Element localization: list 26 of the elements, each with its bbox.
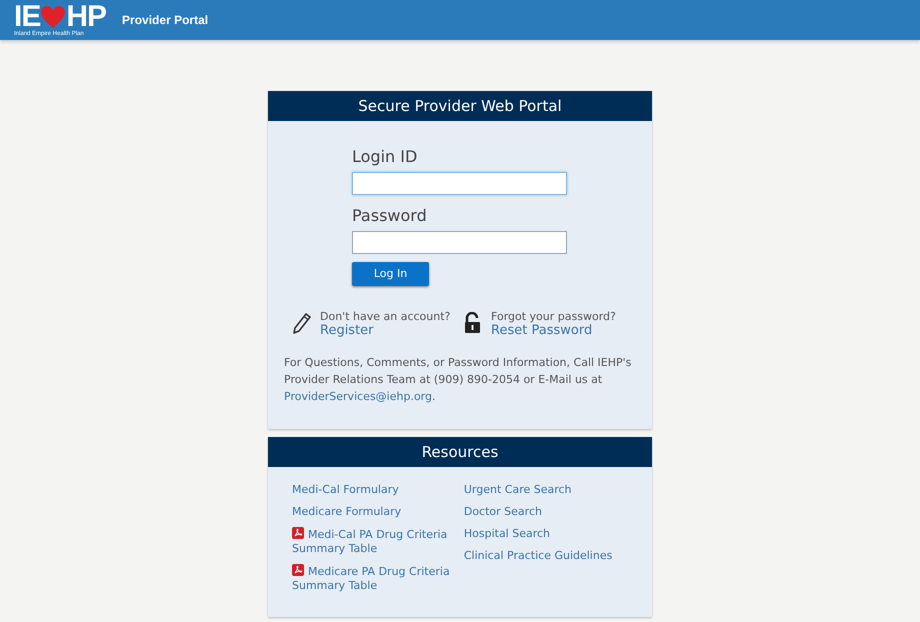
email-link[interactable]: ProviderServices@iehp.org [284,390,432,403]
prompt-text: Forgot your password? [491,310,616,324]
resource-link[interactable]: Doctor Search [464,505,628,519]
link[interactable]: Reset Password [491,324,616,338]
contact-paragraph: For Questions, Comments, or Password Information, Call IEHP's Provider Relations Team at (909) 890-2054 or E-Mail us at ProviderServices@iehp.org. [284,355,632,405]
input-field[interactable] [352,231,567,254]
resource-link[interactable]: Medi-Cal Formulary [292,483,464,497]
link[interactable]: Register [320,324,450,338]
logo-text: IE [14,2,40,30]
login-button[interactable]: Log In [352,262,429,286]
field-label: Login ID [352,146,418,168]
pencil-icon [292,312,312,334]
heart-icon [40,4,66,28]
prompt-text: Don't have an account? [320,310,450,324]
panel-heading: Secure Provider Web Portal [268,91,652,121]
resource-link[interactable]: Urgent Care Search [464,483,628,497]
resource-link[interactable]: Medicare Formulary [292,505,464,519]
resource-link[interactable]: Hospital Search [464,527,628,541]
panel-heading: Resources [268,437,652,467]
resource-link[interactable]: Clinical Practice Guidelines [464,549,628,563]
field-label: Password [352,205,428,227]
portal-title: Provider Portal [122,12,208,29]
input-field[interactable] [352,172,567,195]
resource-link[interactable]: Medicare PA Drug Criteria Summary Table [292,564,464,593]
logo-text: HP [66,2,106,30]
resource-link[interactable]: Medi-Cal PA Drug Criteria Summary Table [292,527,464,556]
